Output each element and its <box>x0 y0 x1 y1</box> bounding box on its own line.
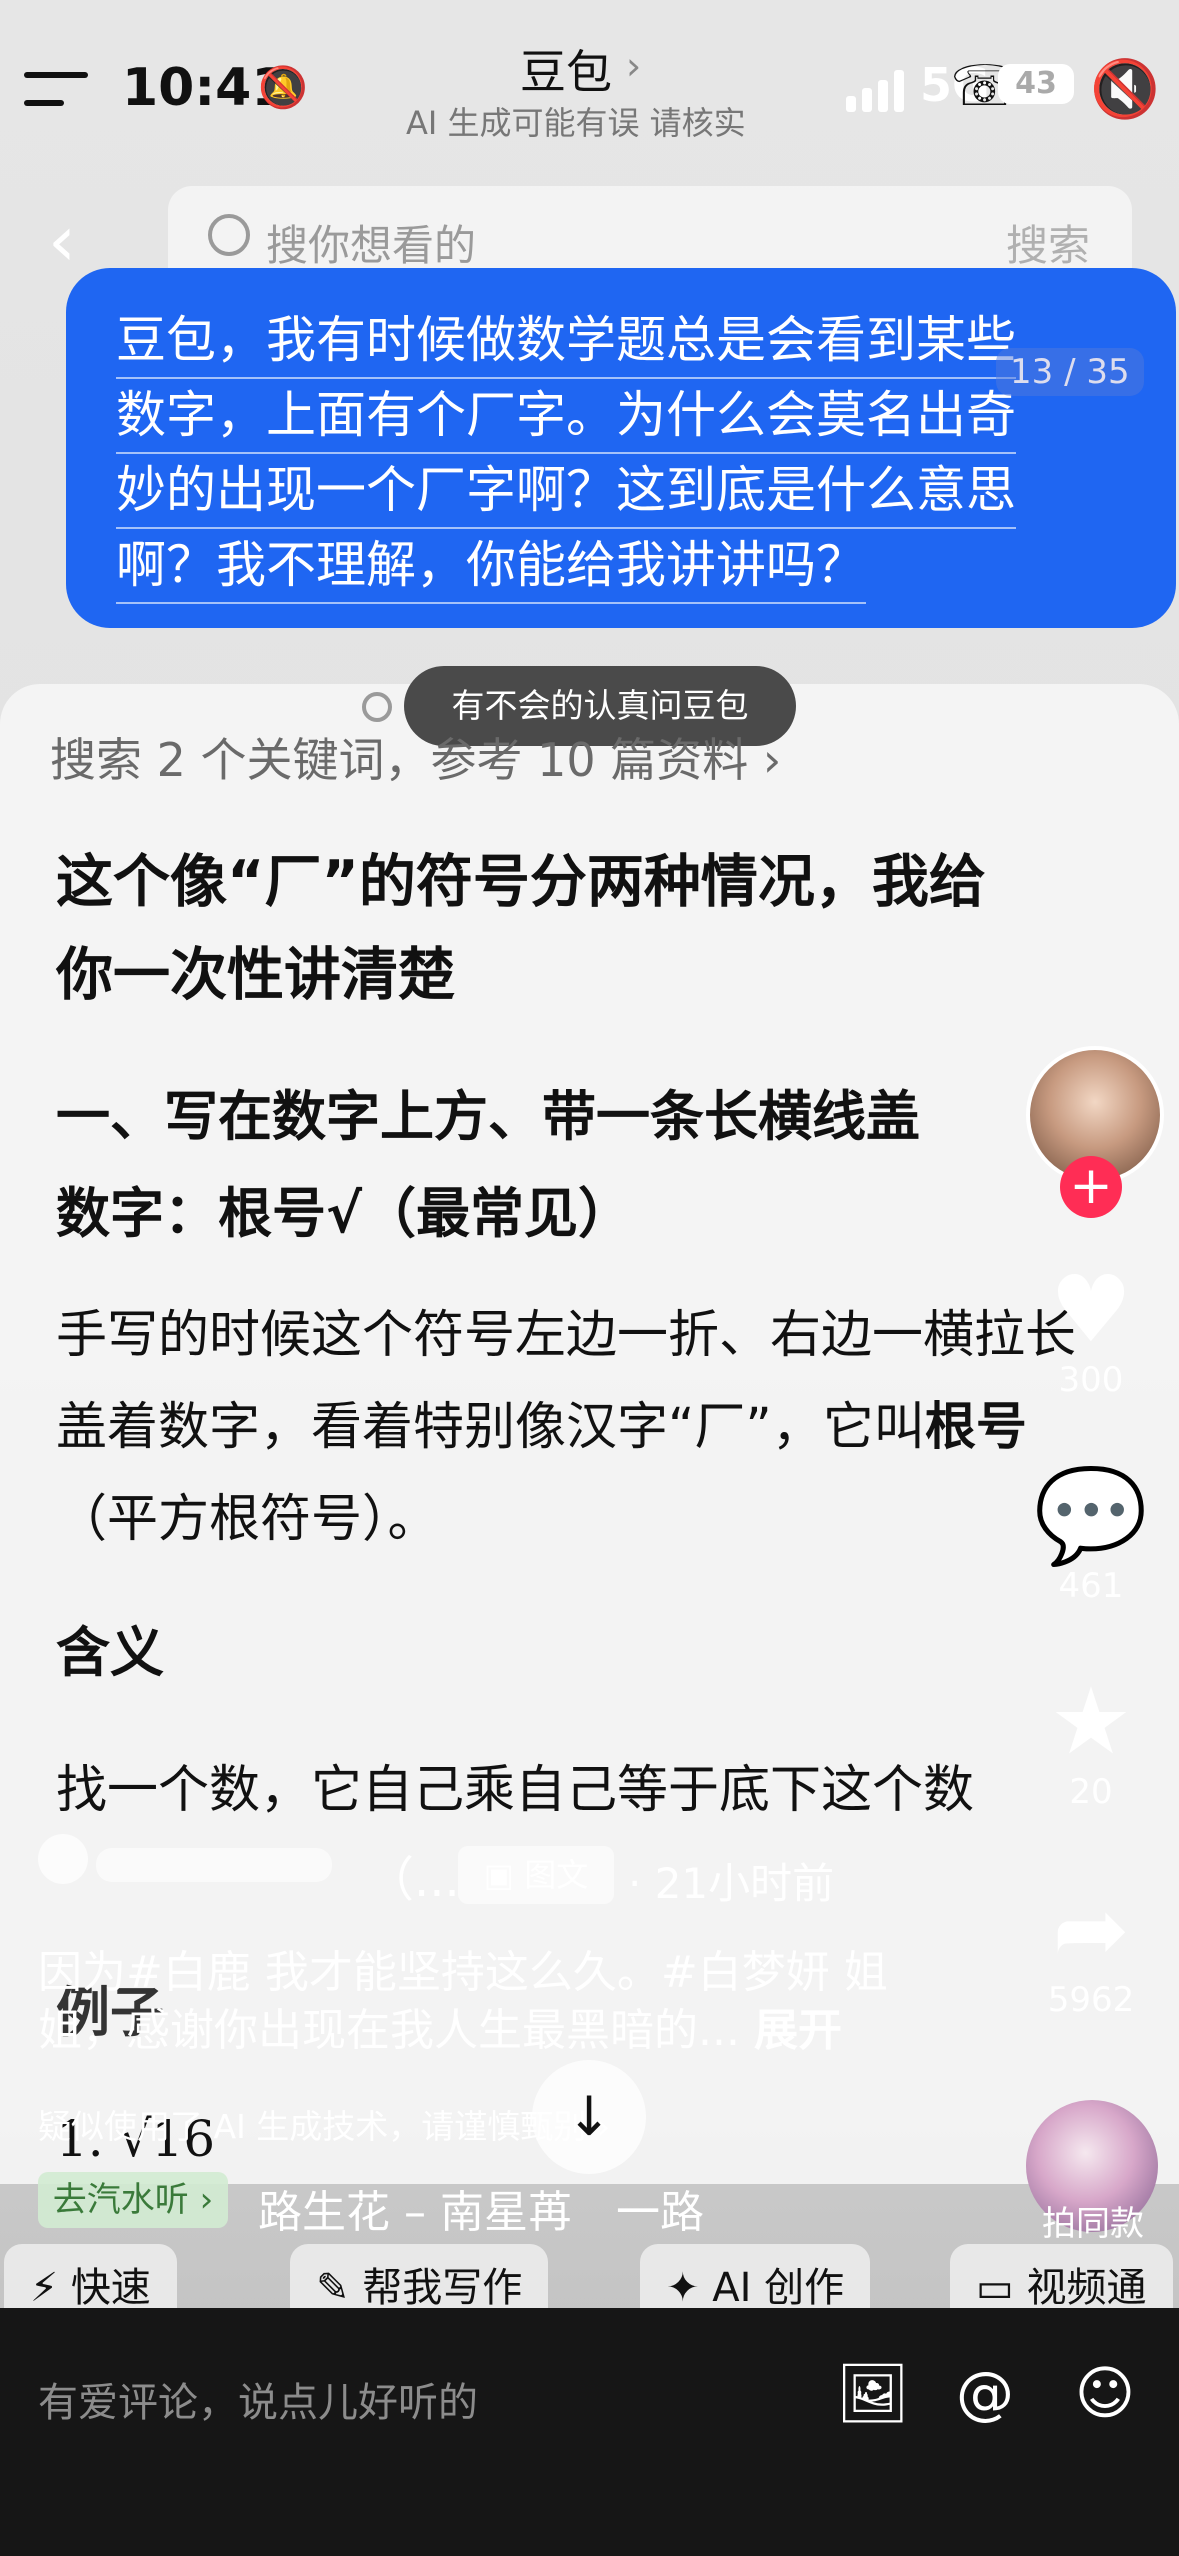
image-icon[interactable]: 🖼 <box>836 2362 910 2424</box>
section-heading-line: 数字：根号√（最常见） <box>56 1182 633 1245</box>
comment-count: 461 <box>1058 1566 1124 1606</box>
back-icon[interactable]: ‹ <box>48 200 76 282</box>
share-count: 5962 <box>1047 1980 1135 2020</box>
like-count: 300 <box>1058 1360 1124 1400</box>
battery-icon: 43 <box>998 64 1074 104</box>
caption-line: 姐，感谢你出现在我人生最黑暗的... 展开 <box>38 2002 938 2060</box>
expand-link[interactable]: 展开 <box>754 2005 842 2056</box>
chip-label: AI 创作 <box>712 2265 845 2308</box>
question-line: 啊？我不理解，你能给我讲讲吗？ <box>116 529 866 604</box>
chip-label: 视频通 <box>1026 2265 1147 2308</box>
question-line: 数字，上面有个厂字。为什么会莫名出奇 <box>116 379 1016 454</box>
meaning-text: 找一个数，它自己乘自己等于底下这个数 <box>56 1761 975 1820</box>
search-input[interactable]: 搜你想看的 <box>266 212 476 273</box>
at-icon[interactable]: @ <box>954 2362 1016 2424</box>
comment-bar <box>0 2308 1179 2556</box>
caption-text: 姐，感谢你出现在我人生最黑暗的... <box>38 2005 740 2056</box>
song-title[interactable]: 路生花 – 南星苒 一路 <box>258 2176 704 2240</box>
author-name-blurred[interactable] <box>96 1848 332 1882</box>
comment-icon: 💬 <box>1033 1462 1149 1569</box>
page-title[interactable]: 豆包 <box>520 36 612 102</box>
music-tag[interactable]: 去汽水听 › <box>38 2172 228 2228</box>
chevron-right-icon: › <box>626 44 642 88</box>
quick-chips: ⚡ 快速 ✎ 帮我写作 ✦ AI 创作 ▭ 视频通 <box>0 2244 1179 2308</box>
answer-heading-line: 你一次性讲清楚 <box>56 942 455 1008</box>
post-caption[interactable]: 因为#白鹿 我才能坚持这么久。#白梦妍 姐 姐，感谢你出现在我人生最黑暗的...… <box>38 1944 938 2060</box>
paragraph-text: 手写的时候这个符号左边一折、右边一横拉长盖着数字，看着特别像汉字“厂”，它叫 <box>56 1306 1077 1457</box>
badge-label: 图文 <box>524 1856 589 1894</box>
chip-writing[interactable]: ✎ 帮我写作 <box>290 2244 549 2308</box>
post-time: · 21小时前 <box>628 1859 835 1908</box>
references-link[interactable]: 搜索 2 个关键词，参考 10 篇资料 › <box>50 724 781 790</box>
author-avatar[interactable] <box>38 1834 88 1884</box>
ai-notice[interactable]: 疑似使用了 AI 生成技术，请谨慎甄别 › <box>38 2100 610 2148</box>
paragraph-bold: 根号 <box>924 1398 1027 1457</box>
question-line: 妙的出现一个厂字啊？这到底是什么意思 <box>116 454 1016 529</box>
answer-heading: 这个像“厂”的符号分两种情况，我给 你一次性讲清楚 <box>56 836 1096 1022</box>
follow-plus-icon[interactable]: + <box>1060 1156 1122 1218</box>
paragraph-text: （平方根符号）。 <box>56 1490 439 1549</box>
page-subtitle: AI 生成可能有误 请核实 <box>406 104 746 142</box>
lightning-icon: ⚡ <box>30 2265 59 2308</box>
video-icon: ▭ <box>976 2265 1014 2308</box>
menu-icon[interactable] <box>24 72 88 112</box>
star-icon: ★ <box>1049 1668 1133 1775</box>
chevron-right-icon: › <box>762 733 782 787</box>
page-indicator: 13 / 35 <box>996 348 1144 396</box>
emoji-icon[interactable]: ☺ <box>1074 2362 1136 2424</box>
chip-video[interactable]: ▭ 视频通 <box>950 2244 1173 2308</box>
share-button[interactable]: ➦ 5962 <box>1026 1876 1156 2021</box>
favorite-button[interactable]: ★ 20 <box>1026 1668 1156 1813</box>
question-line: 豆包，我有时候做数学题总是会看到某些 <box>116 304 1016 379</box>
chip-label: 帮我写作 <box>362 2265 523 2308</box>
chip-ai-create[interactable]: ✦ AI 创作 <box>640 2244 871 2308</box>
section-heading-line: 一、写在数字上方、带一条长横线盖 <box>56 1085 920 1148</box>
answer-paragraph: 手写的时候这个符号左边一折、右边一横拉长盖着数字，看着特别像汉字“厂”，它叫根号… <box>56 1290 1096 1566</box>
favorite-count: 20 <box>1069 1772 1113 1812</box>
search-button[interactable]: 搜索 <box>1006 212 1090 273</box>
loading-dot-icon <box>362 692 392 722</box>
same-style-button[interactable]: 拍同款 <box>1028 2196 1158 2245</box>
caption-line: 因为#白鹿 我才能坚持这么久。#白梦妍 姐 <box>38 1947 888 1998</box>
mute-icon: 🔇 <box>1090 57 1160 122</box>
image-text-icon: ▣ <box>483 1856 515 1894</box>
share-arrow-icon: ➦ <box>1052 1876 1130 1983</box>
search-icon <box>208 214 250 256</box>
scroll-down-button[interactable]: ↓ <box>532 2060 646 2174</box>
references-text: 搜索 2 个关键词，参考 10 篇资料 <box>50 733 749 787</box>
chip-label: 快速 <box>70 2265 151 2308</box>
chip-quick[interactable]: ⚡ 快速 <box>4 2244 177 2308</box>
author-suffix: （... <box>366 1852 460 1908</box>
like-button[interactable]: ♥ 300 <box>1026 1256 1156 1401</box>
post-type-badge: ▣ 图文 <box>458 1846 614 1904</box>
answer-heading-line: 这个像“厂”的符号分两种情况，我给 <box>56 849 986 915</box>
edit-icon: ✎ <box>316 2265 350 2308</box>
comment-input[interactable]: 有爱评论，说点儿好听的 <box>38 2370 478 2428</box>
question-text: 豆包，我有时候做数学题总是会看到某些 数字，上面有个厂字。为什么会莫名出奇 妙的… <box>116 304 1106 604</box>
heart-icon: ♥ <box>1049 1256 1133 1363</box>
meaning-label: 含义 <box>56 1621 164 1684</box>
signal-icon <box>846 68 910 112</box>
sparkle-icon: ✦ <box>666 2265 700 2308</box>
bell-muted-icon: 🔕 <box>258 65 308 111</box>
section-heading: 一、写在数字上方、带一条长横线盖 数字：根号√（最常见） <box>56 1068 1056 1262</box>
comment-button[interactable]: 💬 461 <box>1026 1462 1156 1607</box>
